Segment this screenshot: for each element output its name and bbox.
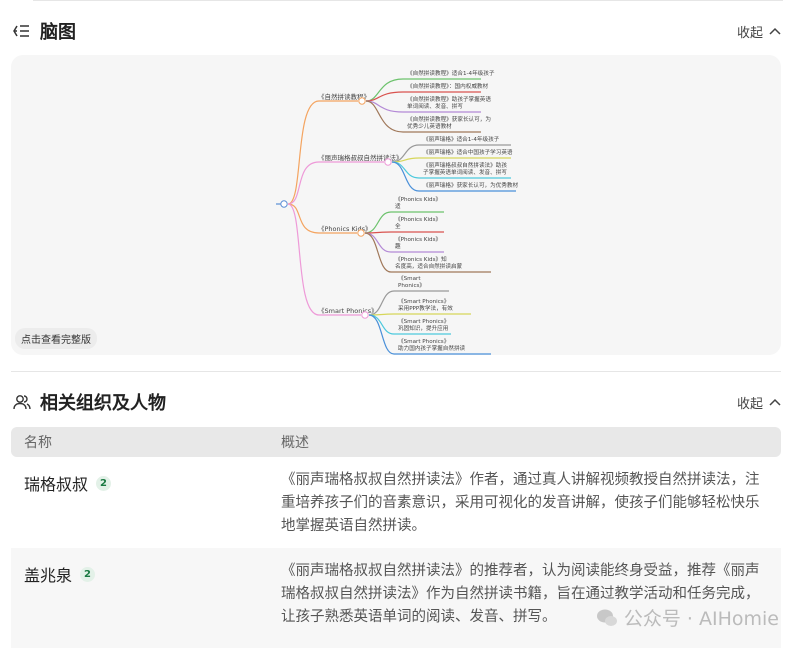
collapse-label: 收起 <box>736 25 763 41</box>
branch-node <box>384 158 392 166</box>
related-title: 相关组织及人物 <box>40 393 166 414</box>
branch-node <box>361 311 369 319</box>
branch-connector <box>287 161 384 205</box>
watermark: 公众号 · AIHomie <box>596 604 779 631</box>
mindmap-collapse-button[interactable]: 收起 <box>737 22 781 41</box>
count-badge: 2 <box>80 566 96 582</box>
leaf-label: 趣 <box>395 242 401 250</box>
mindmap-canvas: 《自然拼读教程》《自然拼读教程》适合1-4年级孩子《自然拼读教程》：国内权威教材… <box>276 69 519 355</box>
leaf-label: 名度高，适合自然拼读启蒙 <box>395 262 463 270</box>
leaf-label: 单词阅读、发音、拼写 <box>407 102 463 110</box>
table-row[interactable]: 盖兆泉 2 《丽声瑞格叔叔自然拼读法》的推荐者，认为阅读能终身受益，推荐《丽声瑞格… <box>11 548 781 648</box>
header-name: 名称 <box>24 435 52 451</box>
mindmap-header: 脑图 收起 <box>12 16 781 46</box>
leaf-label: 《丽声瑞格》获家长认可，为优秀教材 <box>423 181 519 189</box>
table-row[interactable]: 瑞格叔叔 2 《丽声瑞格叔叔自然拼读法》作者，通过真人讲解视频教授自然拼读法，注重… <box>11 457 781 548</box>
leaf-connector <box>391 157 511 163</box>
entity-desc: 《丽声瑞格叔叔自然拼读法》作者，通过真人讲解视频教授自然拼读法，注重培养孩子们的… <box>281 472 760 534</box>
wechat-icon <box>596 609 617 626</box>
leaf-label: 《自然拼读教程》助孩子掌握英语 <box>407 95 491 103</box>
count-badge: 2 <box>96 475 112 491</box>
mindmap-title: 脑图 <box>40 22 76 43</box>
section-divider <box>11 371 781 372</box>
branch-label: 《Smart Phonics》 <box>318 307 378 315</box>
leaf-label: 《丽声瑞格》适合中国孩子学习英语 <box>423 148 513 156</box>
leaf-label: 优秀少儿英语教材 <box>407 122 452 130</box>
leaf-label: 助力国内孩子掌握自然拼读 <box>398 344 466 352</box>
related-collapse-button[interactable]: 收起 <box>737 393 781 412</box>
top-divider <box>33 0 783 1</box>
mindmap-card[interactable]: 《自然拼读教程》 《自然拼读教程》适合1-4年级孩子 《自然拼读教程》：国内权威教材… <box>11 55 781 355</box>
related-header: 相关组织及人物 收起 <box>12 387 781 417</box>
mindmap-icon <box>12 21 32 41</box>
branch-node <box>358 97 366 105</box>
collapse-label: 收起 <box>736 396 763 412</box>
people-icon <box>12 392 32 412</box>
root-node <box>280 200 288 208</box>
leaf-label: 《丽声瑞格》适合1-4年级孩子 <box>423 135 500 143</box>
branch-node <box>357 229 365 237</box>
leaf-label: 巩固知识，提升应用 <box>398 324 448 332</box>
entity-name[interactable]: 瑞格叔叔 <box>24 471 88 495</box>
view-full-button[interactable]: 点击查看完整版 <box>15 328 97 349</box>
table-header: 名称 概述 <box>11 427 781 457</box>
chevron-up-icon <box>769 398 781 406</box>
leaf-label: 《Smart Phonics》 <box>398 338 449 345</box>
leaf-connector <box>364 231 444 234</box>
leaf-label: 《Phonics Kids》 <box>395 236 441 243</box>
leaf-label: 《丽声瑞格叔叔自然拼读法》助孩 <box>423 161 507 169</box>
leaf-label: 子掌握英语单词阅读、发音、拼写 <box>423 168 507 176</box>
leaf-label: 《Phonics Kids》 <box>395 216 441 223</box>
leaf-label: 《自然拼读教程》适合1-4年级孩子 <box>407 69 495 77</box>
leaf-label: 《Phonics Kids》知 <box>395 255 447 263</box>
entity-name[interactable]: 盖兆泉 <box>24 562 72 586</box>
leaf-label: 全 <box>395 222 401 230</box>
chevron-up-icon <box>769 27 781 35</box>
leaf-label: 适 <box>395 202 401 210</box>
leaf-label: 采用PPP教学法，有效 <box>398 304 453 312</box>
leaf-label: 《Smart <box>398 275 421 282</box>
leaf-label: Phonics》 <box>398 282 425 289</box>
leaf-label: 《自然拼读教程》获家长认可，为 <box>407 115 491 123</box>
leaf-label: 《Smart Phonics》 <box>398 298 449 305</box>
leaf-connector <box>368 313 471 316</box>
leaf-label: 《Smart Phonics》 <box>398 318 449 325</box>
branch-connector <box>287 203 361 316</box>
leaf-label: 《自然拼读教程》：国内权威教材 <box>407 82 489 90</box>
header-desc: 概述 <box>281 435 309 451</box>
leaf-label: 《Phonics Kids》 <box>395 196 441 203</box>
watermark-text: 公众号 · AIHomie <box>623 608 779 630</box>
